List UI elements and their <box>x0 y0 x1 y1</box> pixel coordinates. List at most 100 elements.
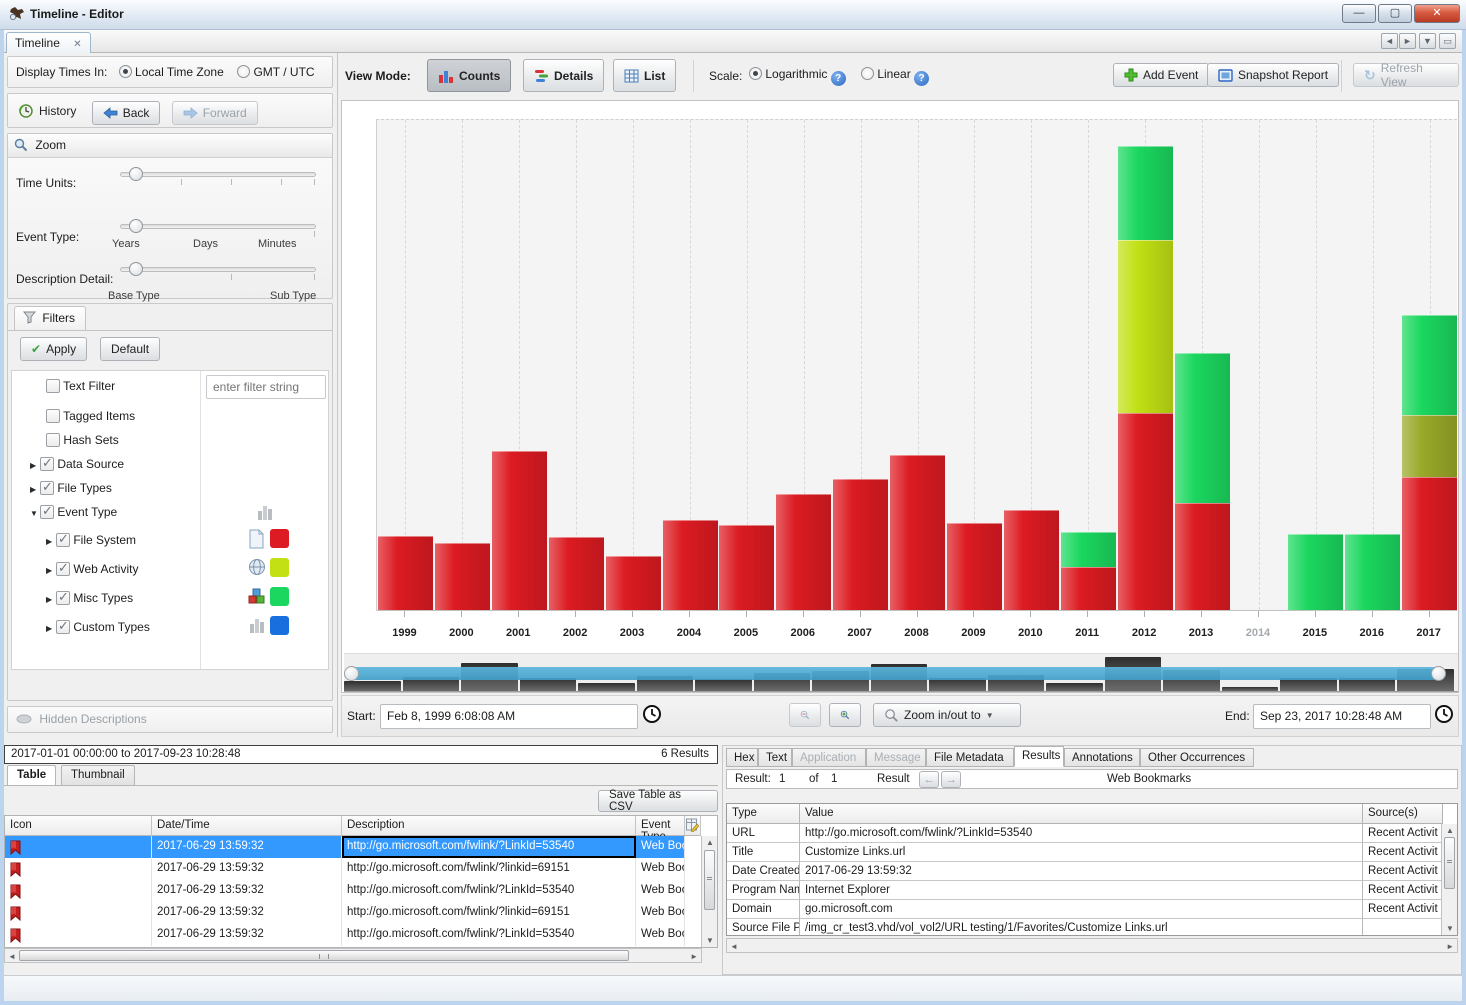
tab-table[interactable]: Table <box>7 765 56 785</box>
bar-segment-file-system[interactable] <box>606 556 661 610</box>
filter-string-input[interactable] <box>206 375 326 399</box>
bar-2016[interactable] <box>1345 120 1400 610</box>
zoom-panel-header[interactable]: Zoom <box>8 134 332 158</box>
list-button[interactable]: List <box>613 59 676 92</box>
bar-segment-file-system[interactable] <box>1175 503 1230 610</box>
event-type-checkbox[interactable] <box>40 505 54 519</box>
bar-segment-file-system[interactable] <box>1402 477 1457 610</box>
time-units-thumb[interactable] <box>129 167 143 181</box>
text-filter-checkbox[interactable] <box>46 379 60 393</box>
tagged-items-checkbox[interactable] <box>46 409 60 423</box>
history-button[interactable]: History <box>14 99 80 123</box>
end-date-field[interactable]: Sep 23, 2017 10:28:48 AM <box>1253 704 1431 729</box>
bar-segment-file-system[interactable] <box>890 455 945 610</box>
events-hscroll-thumb[interactable] <box>19 950 629 961</box>
bar-segment-misc-types[interactable] <box>1345 534 1400 610</box>
minimize-button[interactable]: — <box>1342 4 1376 23</box>
bar-2002[interactable] <box>549 120 604 610</box>
cell-description[interactable]: http://go.microsoft.com/fwlink/?LinkId=5… <box>342 880 636 902</box>
bar-segment-web-activity[interactable] <box>1118 240 1173 413</box>
cell-description[interactable]: http://go.microsoft.com/fwlink/?linkid=6… <box>342 858 636 880</box>
event-type-slider[interactable] <box>120 224 316 229</box>
zoom-in-button[interactable] <box>829 703 861 727</box>
file-system-expander-icon[interactable]: ▶ <box>46 537 56 546</box>
bar-segment-file-system[interactable] <box>435 543 490 610</box>
bar-segment-file-system[interactable] <box>1061 567 1116 610</box>
bar-2012[interactable] <box>1118 120 1173 610</box>
file-types-checkbox[interactable] <box>40 481 54 495</box>
bar-2000[interactable] <box>435 120 490 610</box>
filter-custom-types[interactable]: ▶ Custom Types <box>46 620 150 634</box>
maximize-button[interactable]: ▢ <box>1378 4 1412 23</box>
snapshot-report-button[interactable]: Snapshot Report <box>1207 63 1339 87</box>
forward-button[interactable]: Forward <box>172 101 258 125</box>
cell-description[interactable]: http://go.microsoft.com/fwlink/?LinkId=5… <box>342 836 636 858</box>
add-event-button[interactable]: Add Event <box>1113 63 1209 87</box>
bar-segment-file-system[interactable] <box>378 536 433 610</box>
results-hscrollbar[interactable]: ◄ ► <box>726 938 1458 953</box>
bar-2010[interactable] <box>1004 120 1059 610</box>
filter-file-system[interactable]: ▶ File System <box>46 533 136 547</box>
scroll-down-icon[interactable]: ▼ <box>706 936 714 945</box>
cell-datetime[interactable]: 2017-06-29 13:59:32 <box>152 924 342 946</box>
filter-text-filter[interactable]: Text Filter <box>46 379 115 393</box>
col-description[interactable]: Description <box>342 816 636 836</box>
bar-segment-misc-types[interactable] <box>1061 532 1116 567</box>
col-icon[interactable]: Icon <box>5 816 152 836</box>
bar-segment-misc-types[interactable] <box>1402 315 1457 415</box>
bar-segment-misc-types[interactable] <box>1175 353 1230 503</box>
logarithmic-help-icon[interactable]: ? <box>831 71 846 86</box>
web-activity-expander-icon[interactable]: ▶ <box>46 566 56 575</box>
bar-2003[interactable] <box>606 120 661 610</box>
tab-application[interactable]: Application <box>792 748 866 767</box>
start-date-field[interactable]: Feb 8, 1999 6:08:08 AM <box>380 704 638 729</box>
results-scroll-down-icon[interactable]: ▼ <box>1446 924 1454 933</box>
bar-segment-file-system[interactable] <box>549 537 604 610</box>
bar-2007[interactable] <box>833 120 888 610</box>
bar-segment-misc-types[interactable] <box>1288 534 1343 610</box>
custom-types-checkbox[interactable] <box>56 620 70 634</box>
description-detail-slider[interactable] <box>120 267 316 272</box>
cell-icon[interactable] <box>5 880 152 902</box>
events-hscrollbar[interactable]: ◄ ► <box>4 948 702 963</box>
bar-segment-file-system[interactable] <box>719 525 774 610</box>
bar-2001[interactable] <box>492 120 547 610</box>
scale-logarithmic-radio[interactable]: Logarithmic ? <box>749 67 846 86</box>
cell-datetime[interactable]: 2017-06-29 13:59:32 <box>152 858 342 880</box>
details-button[interactable]: Details <box>523 59 604 92</box>
col-type[interactable]: Type <box>727 804 800 824</box>
tab-file-metadata[interactable]: File Metadata <box>926 748 1014 767</box>
scrubber-right-handle[interactable] <box>1431 666 1446 681</box>
custom-types-expander-icon[interactable]: ▶ <box>46 624 56 633</box>
radio-local-timezone[interactable]: Local Time Zone <box>119 65 224 79</box>
cell-icon[interactable] <box>5 902 152 924</box>
results-vscroll-thumb[interactable] <box>1444 837 1455 889</box>
linear-radio-icon[interactable] <box>861 67 874 80</box>
cell-event-type[interactable]: Web Bookma <box>636 880 685 902</box>
bar-2017[interactable] <box>1402 120 1457 610</box>
col-sources[interactable]: Source(s) <box>1363 804 1443 824</box>
bar-2013[interactable] <box>1175 120 1230 610</box>
bar-segment-file-system[interactable] <box>947 523 1002 610</box>
zoom-out-button[interactable] <box>789 703 821 727</box>
data-source-expander-icon[interactable]: ▶ <box>30 461 40 470</box>
counts-button[interactable]: Counts <box>427 59 511 92</box>
cell-icon[interactable] <box>5 836 152 858</box>
filter-tagged-items[interactable]: Tagged Items <box>46 409 135 423</box>
filter-hash-sets[interactable]: Hash Sets <box>46 433 119 447</box>
web-activity-checkbox[interactable] <box>56 562 70 576</box>
filters-tab[interactable]: Filters <box>14 306 86 330</box>
back-button[interactable]: Back <box>92 101 161 125</box>
cell-event-type[interactable]: Web Bookma <box>636 836 685 858</box>
filter-event-type[interactable]: ▼ Event Type <box>30 505 117 519</box>
radio-gmt-utc[interactable]: GMT / UTC <box>237 65 314 79</box>
time-scrubber[interactable] <box>344 653 1458 692</box>
plot-area[interactable] <box>376 119 1457 611</box>
filter-web-activity[interactable]: ▶ Web Activity <box>46 562 138 576</box>
cell-event-type[interactable]: Web Bookma <box>636 902 685 924</box>
events-vscrollbar[interactable]: ▲ ▼ <box>701 836 717 947</box>
save-table-csv-button[interactable]: Save Table as CSV <box>598 790 718 812</box>
col-value[interactable]: Value <box>800 804 1363 824</box>
bar-segment-file-system[interactable] <box>776 494 831 610</box>
tab-scroll-left-icon[interactable]: ◄ <box>1381 33 1398 49</box>
